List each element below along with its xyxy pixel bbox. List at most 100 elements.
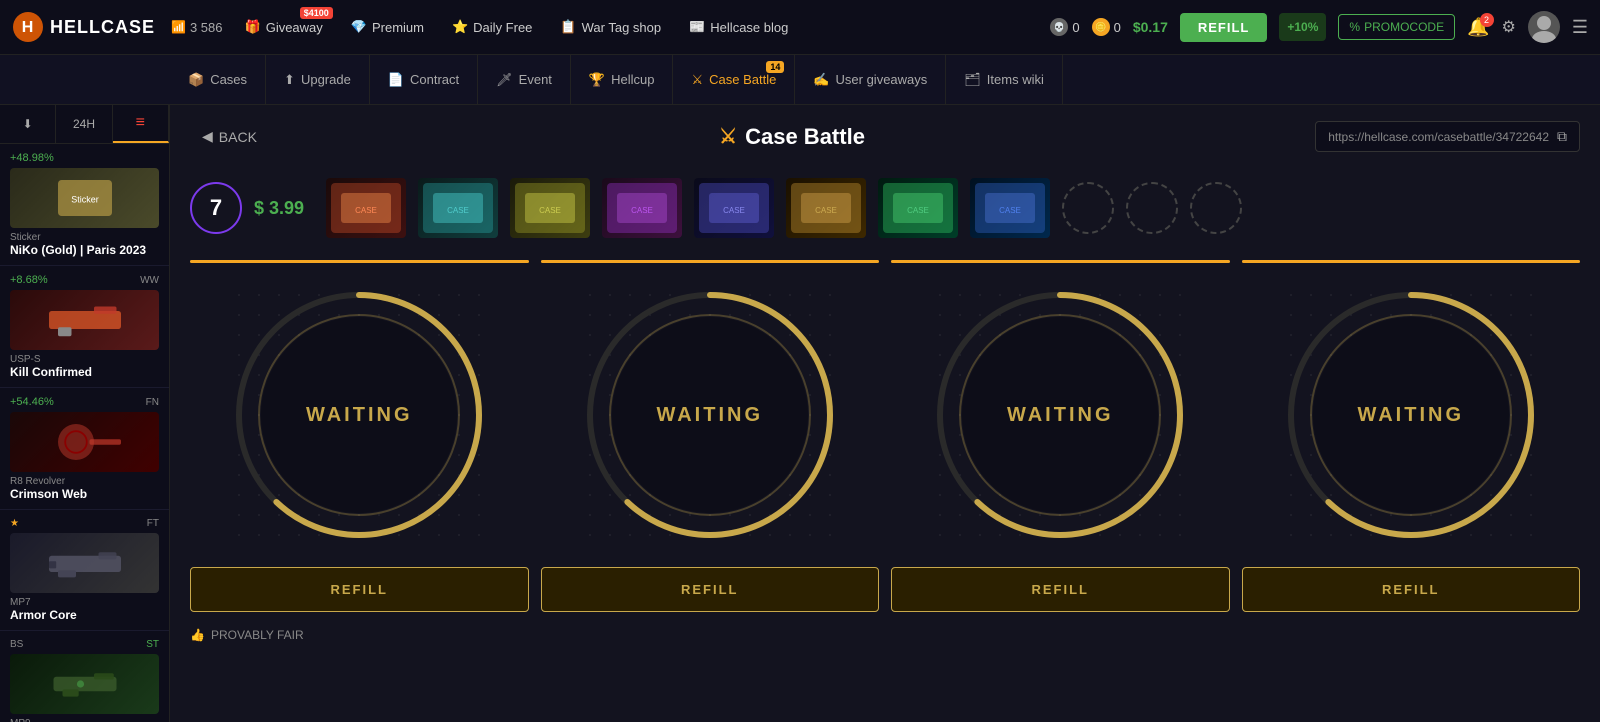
sidebar-tab-drop[interactable]: ⬇: [0, 105, 56, 143]
svg-text:CASE: CASE: [447, 206, 469, 215]
plus-ten-button[interactable]: +10%: [1279, 13, 1326, 41]
blog-nav-item[interactable]: 📰 Hellcase blog: [683, 15, 794, 39]
giveaway-nav-item[interactable]: 🎁 Giveaway $4100: [239, 15, 329, 39]
swords-title-icon: ⚔: [719, 124, 737, 149]
case-thumb-5[interactable]: CASE: [694, 178, 774, 238]
nav-cases[interactable]: 📦 Cases: [170, 55, 266, 105]
svg-text:CASE: CASE: [815, 206, 837, 215]
case-thumb-2[interactable]: CASE: [418, 178, 498, 238]
contract-icon: 📄: [388, 72, 404, 88]
notification-badge: 2: [1480, 13, 1494, 27]
hamburger-button[interactable]: ☰: [1572, 17, 1588, 38]
copy-url-button[interactable]: ⧉: [1557, 128, 1567, 145]
copy-icon: ⧉: [1557, 128, 1567, 144]
refill-lane2-button[interactable]: REFILL: [541, 567, 880, 612]
notification-button[interactable]: 🔔 2: [1467, 17, 1489, 38]
page-title: ⚔ Case Battle: [269, 124, 1315, 150]
war-tag-nav-item[interactable]: 📋 War Tag shop: [554, 15, 667, 39]
skin2-pct: +8.68%: [10, 274, 48, 286]
battle-lanes: WAITING REFILL WAITING REFILL: [190, 275, 1580, 612]
refill-lane3-button[interactable]: REFILL: [891, 567, 1230, 612]
waiting-circle-4: WAITING: [1281, 285, 1541, 545]
nav-hellcup[interactable]: 🏆 Hellcup: [571, 55, 674, 105]
percent-icon: %: [1349, 20, 1360, 34]
waiting-circle-2: WAITING: [580, 285, 840, 545]
skin3-image: [10, 412, 159, 472]
nav-upgrade[interactable]: ⬆ Upgrade: [266, 55, 370, 105]
waiting-text-3: WAITING: [1007, 404, 1114, 427]
nav-casebattle[interactable]: ⚔ Case Battle 14: [673, 55, 795, 105]
swords-icon: ⚔: [691, 72, 703, 88]
waiting-text-4: WAITING: [1357, 404, 1464, 427]
svg-text:CASE: CASE: [631, 206, 653, 215]
wiki-icon: 🗂: [964, 72, 981, 88]
case-count: 7: [190, 182, 242, 234]
case-thumb-6[interactable]: CASE: [786, 178, 866, 238]
tag-icon: 📋: [560, 19, 576, 35]
case-thumb-1[interactable]: CASE: [326, 178, 406, 238]
settings-button[interactable]: ⚙: [1502, 17, 1516, 37]
case-battle-header: ◀ BACK ⚔ Case Battle https://hellcase.co…: [190, 121, 1580, 152]
star-icon: ⭐: [452, 19, 468, 35]
lane-progress-bars: [190, 260, 1580, 275]
skin1-image: Sticker: [10, 168, 159, 228]
nav-user-giveaways[interactable]: ✍ User giveaways: [795, 55, 946, 105]
diamond-icon: 💎: [351, 19, 367, 35]
skin5-grade-bs: BS: [10, 639, 23, 650]
daily-free-nav-item[interactable]: ⭐ Daily Free: [446, 15, 538, 39]
skull-balance: 💀 0: [1050, 18, 1079, 36]
battle-lane-3: WAITING REFILL: [891, 275, 1230, 612]
sidebar-tab-filter[interactable]: ≡: [113, 105, 169, 143]
waiting-text-2: WAITING: [656, 404, 763, 427]
lane4-progress: [1242, 260, 1581, 263]
nav-items-wiki[interactable]: 🗂 Items wiki: [946, 55, 1063, 105]
waiting-circle-1: WAITING: [229, 285, 489, 545]
promocode-button[interactable]: % PROMOCODE: [1338, 14, 1455, 40]
coin-icon: 🪙: [1092, 18, 1110, 36]
lane1-progress: [190, 260, 529, 263]
main-content: ◀ BACK ⚔ Case Battle https://hellcase.co…: [170, 105, 1600, 722]
nav-contract[interactable]: 📄 Contract: [370, 55, 478, 105]
back-button[interactable]: ◀ BACK: [190, 122, 269, 151]
premium-nav-item[interactable]: 💎 Premium: [345, 15, 430, 39]
coin-balance: 🪙 0: [1092, 18, 1121, 36]
case-thumb-4[interactable]: CASE: [602, 178, 682, 238]
giveaway-badge: $4100: [300, 7, 333, 19]
skin4-image: [10, 533, 159, 593]
top-navigation: H Hellcase 📶 3 586 🎁 Giveaway $4100 💎 Pr…: [0, 0, 1600, 55]
sidebar-tab-24h[interactable]: 24H: [56, 105, 112, 143]
user-avatar[interactable]: [1528, 11, 1560, 43]
secondary-navigation: 📦 Cases ⬆ Upgrade 📄 Contract 🗡 Event 🏆 H…: [0, 55, 1600, 105]
skin5-image: [10, 654, 159, 714]
refill-button[interactable]: REFILL: [1180, 13, 1268, 42]
fairness-icon: 👍: [190, 628, 205, 642]
online-counter: 📶 3 586: [171, 20, 223, 35]
empty-slot-1: [1062, 182, 1114, 234]
refill-lane1-button[interactable]: REFILL: [190, 567, 529, 612]
lane2-progress: [541, 260, 880, 263]
case-thumb-8[interactable]: CASE: [970, 178, 1050, 238]
event-icon: 🗡: [496, 72, 513, 88]
sidebar-item-skin1[interactable]: +48.98% Sticker Sticker NiKo (Gold) | Pa…: [0, 144, 169, 266]
empty-slot-2: [1126, 182, 1178, 234]
case-thumb-3[interactable]: CASE: [510, 178, 590, 238]
svg-text:Sticker: Sticker: [71, 195, 99, 205]
provably-fair-link[interactable]: 👍 PROVABLY FAIR: [190, 628, 1580, 642]
case-thumb-7[interactable]: CASE: [878, 178, 958, 238]
refill-lane4-button[interactable]: REFILL: [1242, 567, 1581, 612]
sidebar-item-skin5[interactable]: BS ST MP9 Bioleak: [0, 631, 169, 722]
battle-lane-1: WAITING REFILL: [190, 275, 529, 612]
skin2-grade: WW: [140, 275, 159, 286]
nav-event[interactable]: 🗡 Event: [478, 55, 571, 105]
empty-slot-3: [1190, 182, 1242, 234]
sidebar-item-skin3[interactable]: +54.46% FN R8 Revolver Crimson Web: [0, 388, 169, 510]
sidebar-item-skin2[interactable]: +8.68% WW USP-S Kill Confirmed: [0, 266, 169, 388]
back-arrow-icon: ◀: [202, 128, 213, 145]
lane3-progress: [891, 260, 1230, 263]
skull-icon: 💀: [1050, 18, 1068, 36]
waiting-circle-3: WAITING: [930, 285, 1190, 545]
logo[interactable]: H Hellcase: [12, 11, 155, 43]
nav-right-section: 💀 0 🪙 0 $0.17 REFILL +10% % PROMOCODE 🔔 …: [1050, 11, 1588, 43]
sidebar-item-skin4[interactable]: ★ FT MP7 Armor Core: [0, 510, 169, 631]
skin5-grade-st: ST: [146, 639, 159, 650]
